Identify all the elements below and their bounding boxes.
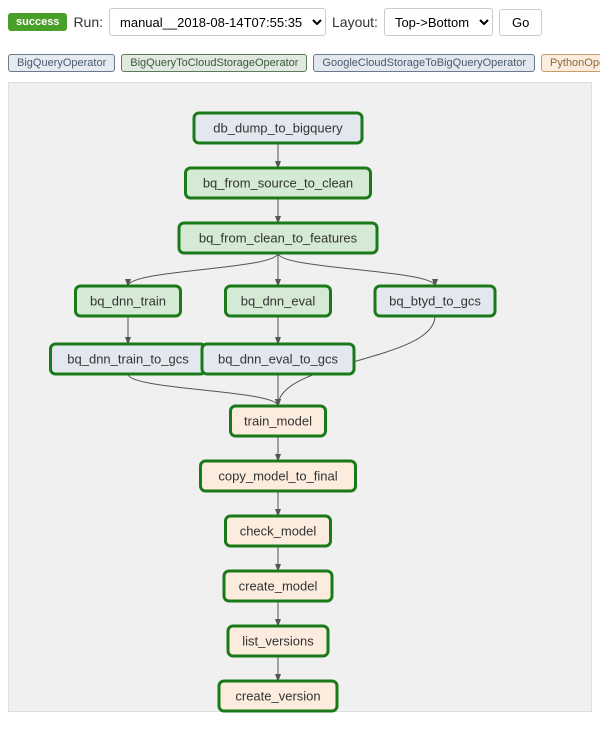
svg-text:copy_model_to_final: copy_model_to_final <box>218 468 337 483</box>
svg-text:bq_dnn_train_to_gcs: bq_dnn_train_to_gcs <box>67 351 189 366</box>
svg-text:bq_dnn_train: bq_dnn_train <box>90 293 166 308</box>
edge-bq_dnn_train_to_gcs-train_model <box>128 374 278 406</box>
svg-text:create_model: create_model <box>239 578 318 593</box>
task-create_version[interactable]: create_version <box>219 681 337 711</box>
legend-item-BigQueryOperator[interactable]: BigQueryOperator <box>8 54 115 72</box>
task-bq_dnn_eval_to_gcs[interactable]: bq_dnn_eval_to_gcs <box>202 344 354 374</box>
task-train_model[interactable]: train_model <box>231 406 326 436</box>
svg-text:create_version: create_version <box>235 688 320 703</box>
operator-legend: BigQueryOperator BigQueryToCloudStorageOp… <box>8 54 592 72</box>
task-bq_btyd_to_gcs[interactable]: bq_btyd_to_gcs <box>375 286 495 316</box>
dag-graph[interactable]: db_dump_to_bigquery bq_from_source_to_cle… <box>8 82 592 712</box>
layout-select[interactable]: Top->Bottom <box>384 8 493 36</box>
task-bq_from_source_to_clean[interactable]: bq_from_source_to_clean <box>186 168 371 198</box>
task-copy_model_to_final[interactable]: copy_model_to_final <box>201 461 356 491</box>
svg-text:check_model: check_model <box>240 523 317 538</box>
run-label: Run: <box>73 14 103 30</box>
task-create_model[interactable]: create_model <box>224 571 332 601</box>
svg-text:bq_dnn_eval: bq_dnn_eval <box>241 293 316 308</box>
svg-text:bq_from_clean_to_features: bq_from_clean_to_features <box>199 230 358 245</box>
legend-item-BigQueryToCloudStorageOperator[interactable]: BigQueryToCloudStorageOperator <box>121 54 307 72</box>
edge-bq_from_clean_to_features-bq_dnn_train <box>128 253 278 286</box>
toolbar: success Run: manual__2018-08-14T07:55:35… <box>8 8 592 36</box>
task-db_dump_to_bigquery[interactable]: db_dump_to_bigquery <box>194 113 362 143</box>
run-select[interactable]: manual__2018-08-14T07:55:35 <box>109 8 326 36</box>
legend-item-PythonOperator[interactable]: PythonOperator <box>541 54 600 72</box>
go-button[interactable]: Go <box>499 9 542 36</box>
svg-text:bq_from_source_to_clean: bq_from_source_to_clean <box>203 175 353 190</box>
svg-text:db_dump_to_bigquery: db_dump_to_bigquery <box>213 120 343 135</box>
task-bq_dnn_train[interactable]: bq_dnn_train <box>76 286 181 316</box>
status-badge: success <box>8 13 67 31</box>
task-check_model[interactable]: check_model <box>226 516 331 546</box>
task-bq_from_clean_to_features[interactable]: bq_from_clean_to_features <box>179 223 377 253</box>
svg-text:bq_btyd_to_gcs: bq_btyd_to_gcs <box>389 293 481 308</box>
svg-text:bq_dnn_eval_to_gcs: bq_dnn_eval_to_gcs <box>218 351 338 366</box>
layout-label: Layout: <box>332 14 378 30</box>
task-bq_dnn_train_to_gcs[interactable]: bq_dnn_train_to_gcs <box>51 344 206 374</box>
dag-svg: db_dump_to_bigquery bq_from_source_to_cle… <box>9 83 593 713</box>
svg-text:train_model: train_model <box>244 413 312 428</box>
edge-bq_from_clean_to_features-bq_btyd_to_gcs <box>278 253 435 286</box>
legend-item-GoogleCloudStorageToBigQueryOperator[interactable]: GoogleCloudStorageToBigQueryOperator <box>313 54 535 72</box>
svg-text:list_versions: list_versions <box>242 633 314 648</box>
task-list_versions[interactable]: list_versions <box>228 626 328 656</box>
task-bq_dnn_eval[interactable]: bq_dnn_eval <box>226 286 331 316</box>
